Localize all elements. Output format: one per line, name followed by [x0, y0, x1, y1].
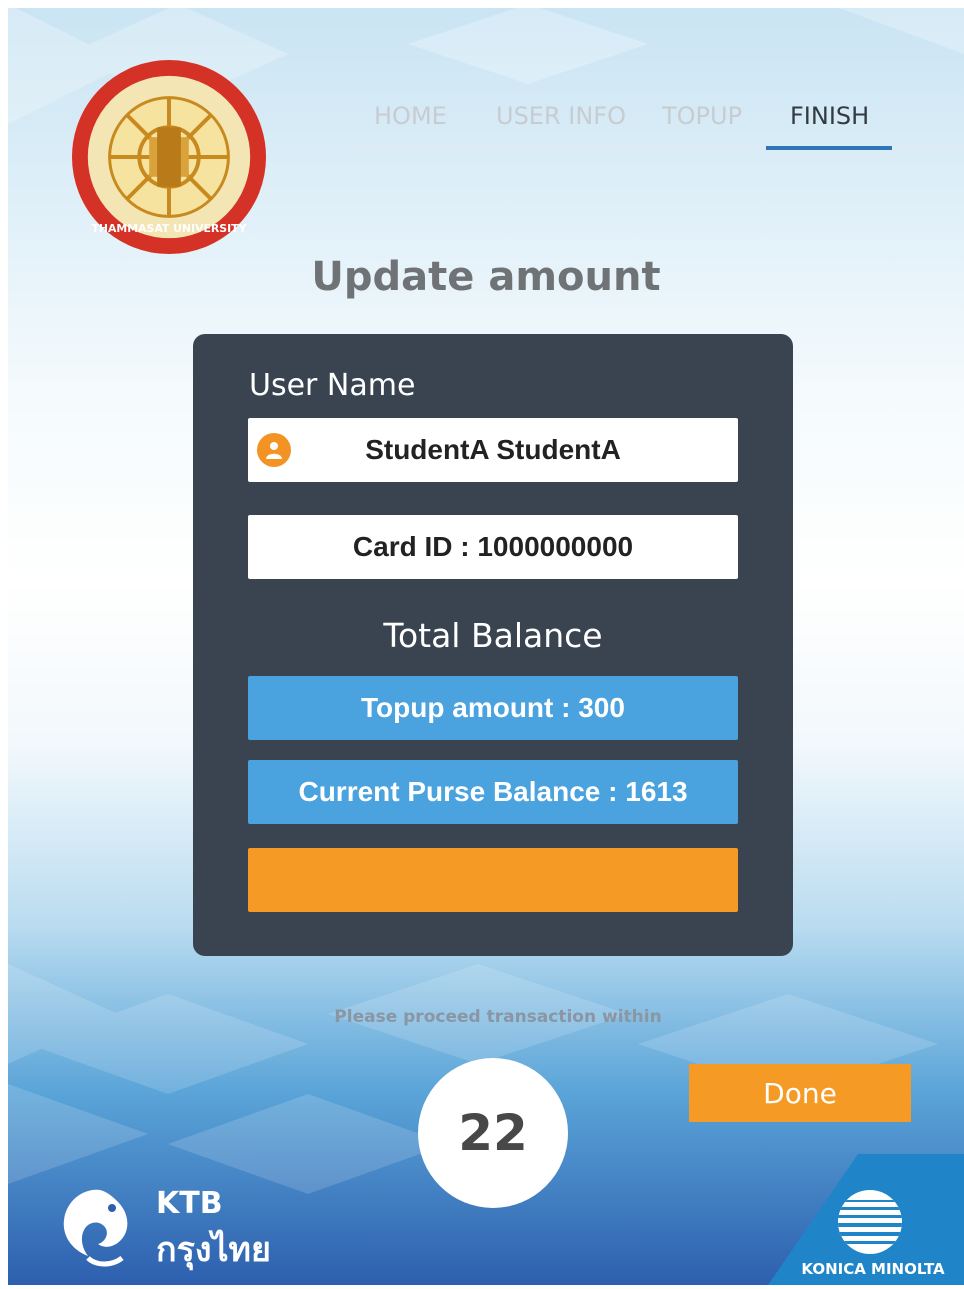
- university-logo: THAMMASAT UNIVERSITY: [71, 59, 267, 255]
- topup-amount-value: Topup amount : 300: [361, 692, 625, 723]
- user-name-label: User Name: [249, 368, 416, 403]
- nav-user-info[interactable]: USER INFO: [496, 102, 626, 130]
- current-balance-value: Current Purse Balance : 1613: [298, 776, 688, 807]
- total-balance-heading: Total Balance: [383, 616, 603, 655]
- proceed-instruction: Please proceed transaction within: [334, 1007, 662, 1027]
- nav-finish[interactable]: FINISH: [790, 102, 869, 130]
- ktb-bird-icon: [63, 1189, 128, 1267]
- konica-minolta-logo-text: KONICA MINOLTA: [801, 1260, 945, 1278]
- user-name-field: StudentA StudentA: [248, 418, 738, 482]
- card-id-value: Card ID : 1000000000: [352, 531, 634, 562]
- ktb-name-th: กรุงไทย: [156, 1230, 271, 1270]
- card-id-field: Card ID : 1000000000: [248, 515, 738, 579]
- done-button[interactable]: Done: [689, 1064, 911, 1122]
- logo-text: THAMMASAT UNIVERSITY: [92, 222, 247, 235]
- page-title: Update amount: [311, 254, 661, 300]
- topup-amount-box: Topup amount : 300: [248, 676, 738, 740]
- kiosk-screen: THAMMASAT UNIVERSITY HOME USER INFO TOPU…: [8, 4, 964, 1285]
- ktb-bank-logo: KTB กรุงไทย: [52, 1184, 312, 1274]
- nav-home[interactable]: HOME: [374, 102, 447, 130]
- account-panel: User Name StudentA StudentA Card ID : 10…: [193, 334, 793, 956]
- nav-topup[interactable]: TOPUP: [662, 102, 742, 130]
- screen-top-margin: [0, 0, 964, 8]
- countdown-timer: 22: [418, 1058, 568, 1208]
- status-box: [248, 848, 738, 912]
- ktb-name-en: KTB: [156, 1186, 223, 1221]
- user-icon: [257, 433, 291, 467]
- nav-active-indicator: [766, 146, 892, 150]
- konica-minolta-globe-icon: [838, 1190, 902, 1254]
- user-name-value: StudentA StudentA: [365, 434, 621, 465]
- current-balance-box: Current Purse Balance : 1613: [248, 760, 738, 824]
- step-navigation: HOME USER INFO TOPUP FINISH: [348, 96, 964, 152]
